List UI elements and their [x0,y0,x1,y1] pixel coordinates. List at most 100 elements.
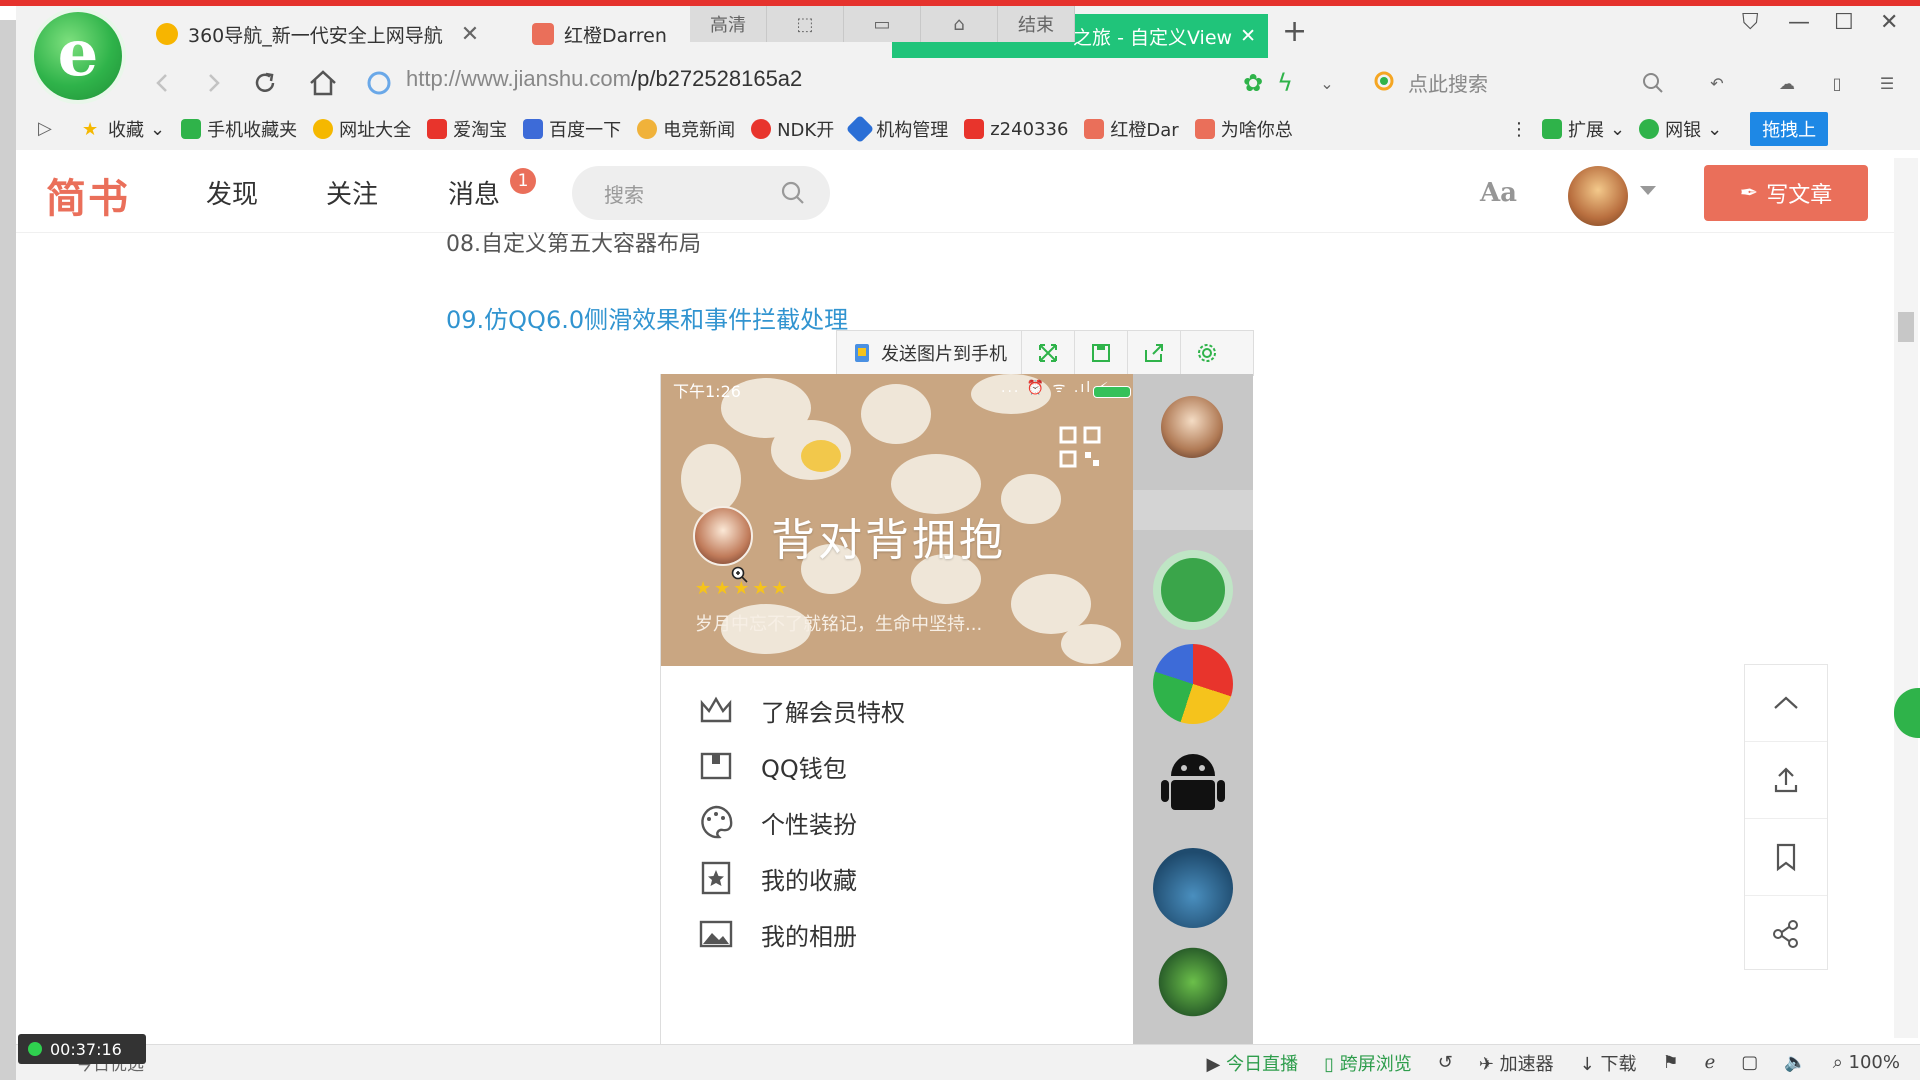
bookmark-item[interactable]: z240336 [964,119,1068,140]
chat-app-icon[interactable] [1153,644,1233,724]
volume-icon[interactable]: 🔈 [1784,1052,1806,1073]
address-bar[interactable]: http://www.jianshu.com/p/b272528165a2 [406,66,802,92]
menu-item-album[interactable]: 我的相册 [697,906,857,962]
bookmark-item[interactable]: 红橙Dar [1084,116,1179,142]
site-logo[interactable]: 简书 [46,166,130,224]
c-icon [964,119,985,139]
bookmark-item[interactable]: NDK开 [751,116,834,142]
nav-messages[interactable]: 消息 [448,174,500,211]
menu-label: 了解会员特权 [761,698,905,727]
download-button[interactable]: ↓ 下载 [1580,1050,1637,1076]
zoom-control[interactable]: ⌕ 100% [1833,1052,1900,1073]
browser-search-box[interactable]: 点此搜索 [1372,64,1652,100]
save-icon[interactable] [1075,331,1128,375]
bookmark-item[interactable]: 电竞新闻 [637,116,735,142]
sidebar-toggle-icon[interactable]: ▷ [38,118,52,139]
address-dropdown-icon[interactable]: ⌄ [1310,66,1344,100]
search-engine-icon [1374,71,1394,91]
tab-close-icon[interactable]: ✕ [1240,25,1256,47]
scroll-top-icon[interactable] [1745,665,1827,742]
contact-avatar[interactable] [1161,396,1223,458]
flag-icon[interactable]: ⚑ [1662,1052,1678,1073]
diamond-icon [846,114,875,144]
menu-item-favorites[interactable]: 我的收藏 [697,850,857,906]
image-toolbar: 发送图片到手机 [836,330,1254,376]
home-icon[interactable] [306,66,340,100]
chevron-down-icon[interactable] [1640,186,1656,195]
page-security-icon[interactable] [362,66,396,100]
send-to-phone-button[interactable]: 发送图片到手机 [837,331,1022,375]
tab-360-nav[interactable]: 360导航_新一代安全上网导航 ✕ [156,14,479,54]
font-size-toggle[interactable]: Aa [1480,178,1517,208]
bookmark-item[interactable]: 爱淘宝 [427,116,507,142]
jianshu-icon [1194,119,1215,139]
accelerator-button[interactable]: ✈ 加速器 [1479,1050,1554,1076]
menu-label: QQ钱包 [761,754,847,783]
user-avatar[interactable] [1568,166,1628,226]
hd-button[interactable]: 高清 [690,6,767,42]
region-select-icon[interactable]: ⬚ [767,6,844,42]
drag-upload-button[interactable]: 拖拽上 [1750,112,1829,146]
netbank-button[interactable]: 网银 ⌄ [1639,116,1722,142]
write-article-button[interactable]: ✒ 写文章 [1704,165,1868,221]
share-icon[interactable] [1745,896,1827,972]
home-outline-icon[interactable]: ⌂ [921,6,998,42]
more-icon[interactable]: ⋮ [1510,119,1528,140]
scrollbar-thumb[interactable] [1898,312,1914,342]
reload-icon[interactable] [248,66,282,100]
new-tab-button[interactable]: + [1282,14,1307,49]
profile-avatar[interactable] [693,506,753,566]
security-check-icon[interactable]: ✿ [1236,66,1270,100]
android-suit-avatar[interactable] [1153,942,1233,1022]
tab-darren[interactable]: 红橙Darren [532,14,667,54]
bookmark-item[interactable]: 网址大全 [313,116,411,142]
browser-logo-icon[interactable]: e [34,12,122,100]
menu-item-vip[interactable]: 了解会员特权 [697,682,905,738]
window-close-icon[interactable]: ✕ [1880,10,1898,35]
minimize-icon[interactable]: — [1788,10,1810,35]
bookmark-item[interactable]: 手机收藏夹 [181,116,297,142]
cloud-icon[interactable]: ☁ [1770,66,1804,100]
ie-icon[interactable]: ℯ [1705,1052,1716,1073]
end-button[interactable]: 结束 [998,6,1075,42]
menu-item-wallet[interactable]: QQ钱包 [697,738,847,794]
search-icon[interactable] [1636,66,1670,100]
undo-icon[interactable]: ↶ [1700,66,1734,100]
bookmark-favorites[interactable]: ★ 收藏 ⌄ [82,116,165,142]
speed-mode-icon[interactable]: ϟ [1268,66,1302,100]
window-mode-icon[interactable]: ▭ [844,6,921,42]
menu-item-themes[interactable]: 个性装扮 [697,794,857,850]
window-icon[interactable]: ▢ [1741,1052,1758,1073]
site-search-input[interactable]: 搜索 [572,166,830,220]
cross-screen-link[interactable]: ▯ 跨屏浏览 [1324,1050,1412,1076]
nav-follow[interactable]: 关注 [326,174,378,211]
reader-icon[interactable]: ▯ [1820,66,1854,100]
menu-icon[interactable]: ☰ [1870,66,1904,100]
search-icon[interactable] [780,180,806,206]
eye-app-icon[interactable] [1153,550,1233,630]
fullscreen-icon[interactable] [1022,331,1075,375]
history-icon[interactable]: ↺ [1438,1052,1453,1073]
gear-icon[interactable] [1181,331,1233,375]
article-list-item[interactable]: 08.自定义第五大容器布局 [446,226,701,258]
forward-icon[interactable] [196,66,230,100]
nav-discover[interactable]: 发现 [206,174,258,211]
bookmark-icon[interactable] [1745,819,1827,896]
tab-close-icon[interactable]: ✕ [461,22,479,47]
landscape-avatar[interactable] [1153,848,1233,928]
back-icon[interactable] [146,66,180,100]
article-link[interactable]: 09.仿QQ6.0侧滑效果和事件拦截处理 [446,300,848,335]
upload-icon[interactable] [1745,742,1827,819]
bookmark-item[interactable]: 机构管理 [846,114,948,144]
maximize-icon[interactable]: ☐ [1834,10,1854,35]
extensions-button[interactable]: 扩展 ⌄ [1542,116,1625,142]
download-icon: ↓ [1579,1053,1601,1075]
share-out-icon[interactable] [1128,331,1181,375]
android-icon[interactable] [1153,742,1233,822]
qr-code-icon[interactable] [1059,426,1101,468]
bookmark-item[interactable]: 为啥你总 [1194,116,1293,142]
scrollbar[interactable] [1894,158,1918,1038]
live-link[interactable]: ▶ 今日直播 [1207,1050,1299,1076]
skin-icon[interactable]: ⛉ [1742,10,1759,35]
bookmark-item[interactable]: 百度一下 [523,116,621,142]
